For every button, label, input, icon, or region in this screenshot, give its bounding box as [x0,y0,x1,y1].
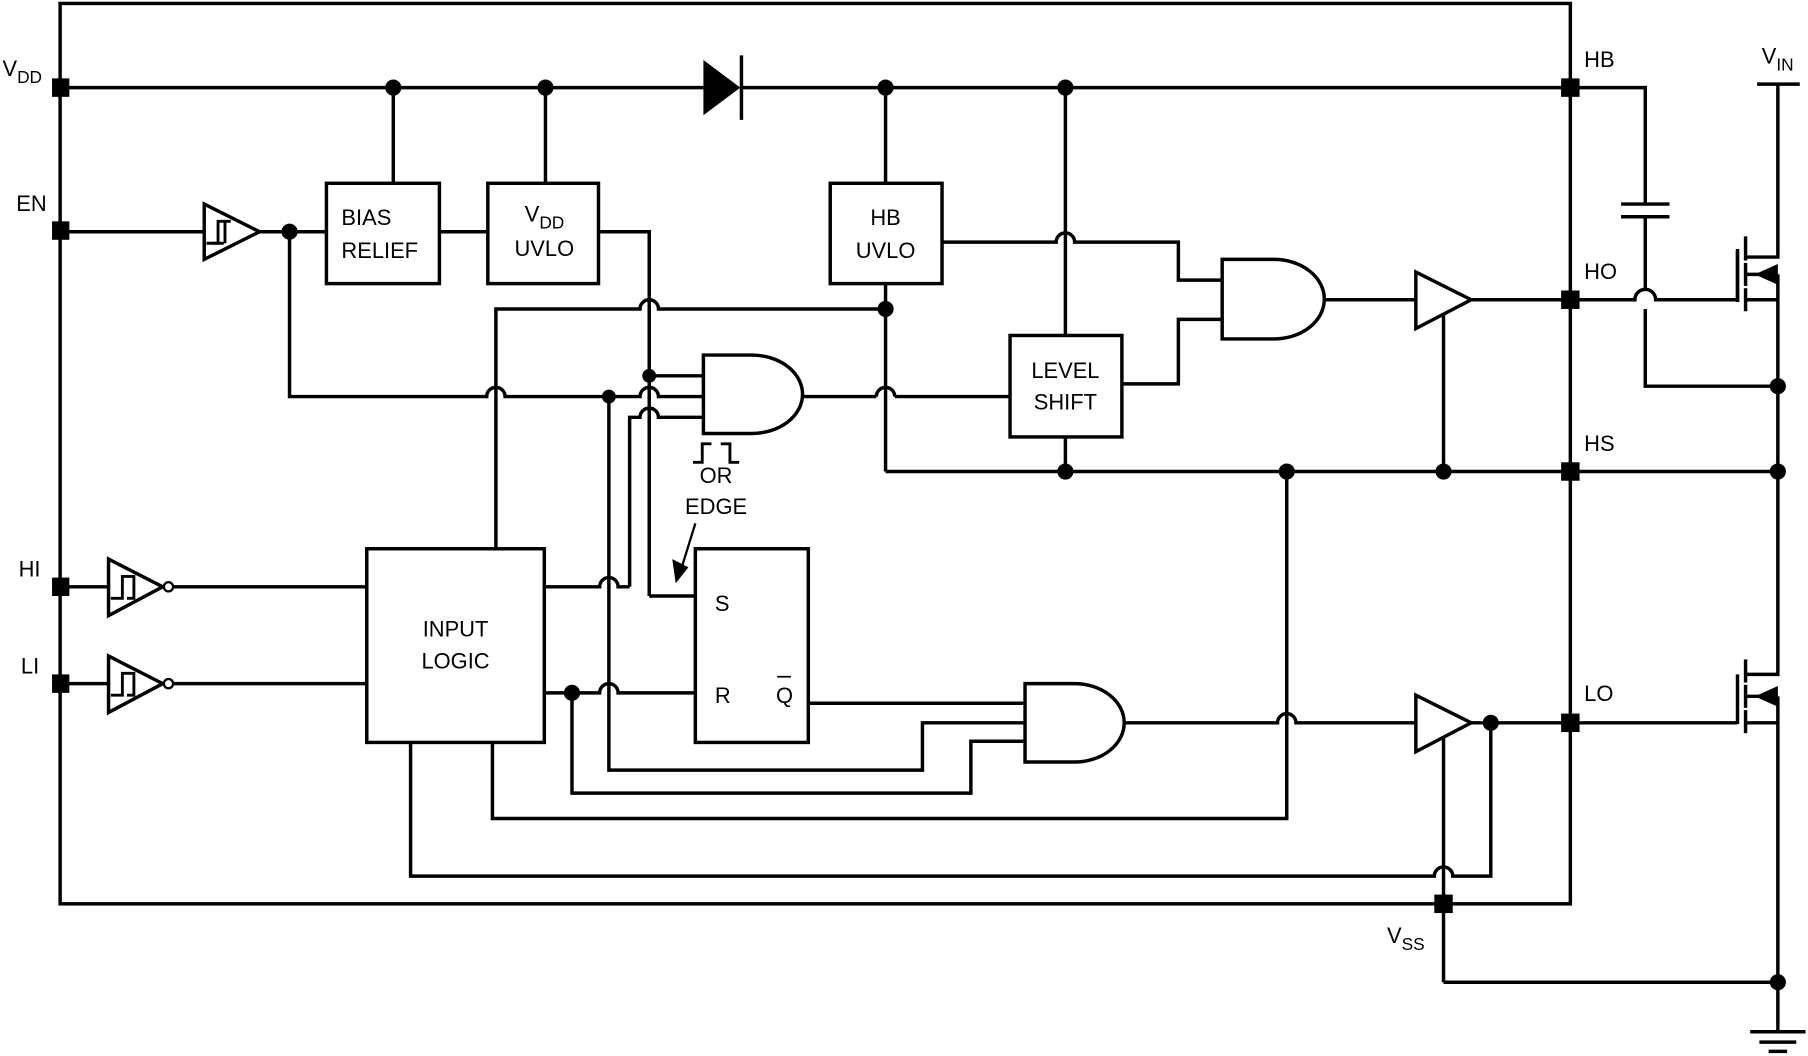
input-logic-block: INPUT LOGIC [365,547,547,745]
vdd-pin-label: VDD [2,56,42,87]
lo-pin-label: LO [1584,681,1613,706]
vdd-uvlo-block: VDD UVLO [486,181,601,286]
and-gate-enable [701,353,805,436]
hs-pin-label: HS [1584,431,1614,456]
schmitt-buffer-en [202,201,264,263]
svg-text:RELIEF: RELIEF [341,238,418,263]
junction-dot [1435,463,1452,480]
hs-pin [1561,462,1580,481]
lo-pin [1561,713,1580,733]
en-pin-label: EN [16,191,46,216]
svg-text:INPUT: INPUT [423,616,489,641]
bias-relief-block: BIAS RELIEF [324,181,442,286]
schmitt-inverter-hi [106,556,175,619]
and-gate-high [1220,257,1327,341]
high-side-mosfet [1735,236,1778,312]
svg-text:LOGIC: LOGIC [421,649,489,674]
sr-latch-block: S R Q [693,547,811,745]
bootstrap-capacitor [1621,202,1670,219]
svg-text:BIAS: BIAS [341,205,391,230]
arrow-to-set-icon [672,523,697,584]
edge-label-text: EDGE [685,494,747,519]
hi-pin-label: HI [19,556,41,581]
junction-dot [1057,463,1074,480]
svg-text:R: R [715,683,731,708]
svg-text:UVLO: UVLO [856,238,916,263]
svg-text:SHIFT: SHIFT [1034,389,1097,414]
and-gate-low [1023,681,1126,764]
svg-text:S: S [715,591,730,616]
svg-text:HB: HB [870,205,900,230]
schmitt-inverter-li [106,653,175,716]
vdd-pin [52,78,70,97]
level-shift-block: LEVEL SHIFT [1008,333,1124,439]
svg-text:LEVEL: LEVEL [1031,358,1099,383]
ground-icon [1750,1030,1806,1054]
hb-uvlo-block: HB UVLO [828,181,944,286]
low-side-mosfet [1735,659,1778,734]
bootstrap-diode [703,55,744,120]
vin-label: VIN [1762,43,1794,74]
or-label: OR [700,463,733,488]
svg-text:Q: Q [776,683,793,708]
vss-pin [1434,894,1453,914]
li-pin-label: LI [21,653,39,678]
block-diagram: VDD HB EN BIAS RELIEF VDD UVLO HB UVLO L… [2,1,1806,1054]
ho-pin [1561,290,1580,309]
vss-pin-label: VSS [1387,923,1425,954]
pulse-symbol-icon [693,442,740,464]
svg-text:UVLO: UVLO [515,236,575,261]
hb-pin-label: HB [1584,47,1614,72]
ho-pin-label: HO [1584,259,1617,284]
